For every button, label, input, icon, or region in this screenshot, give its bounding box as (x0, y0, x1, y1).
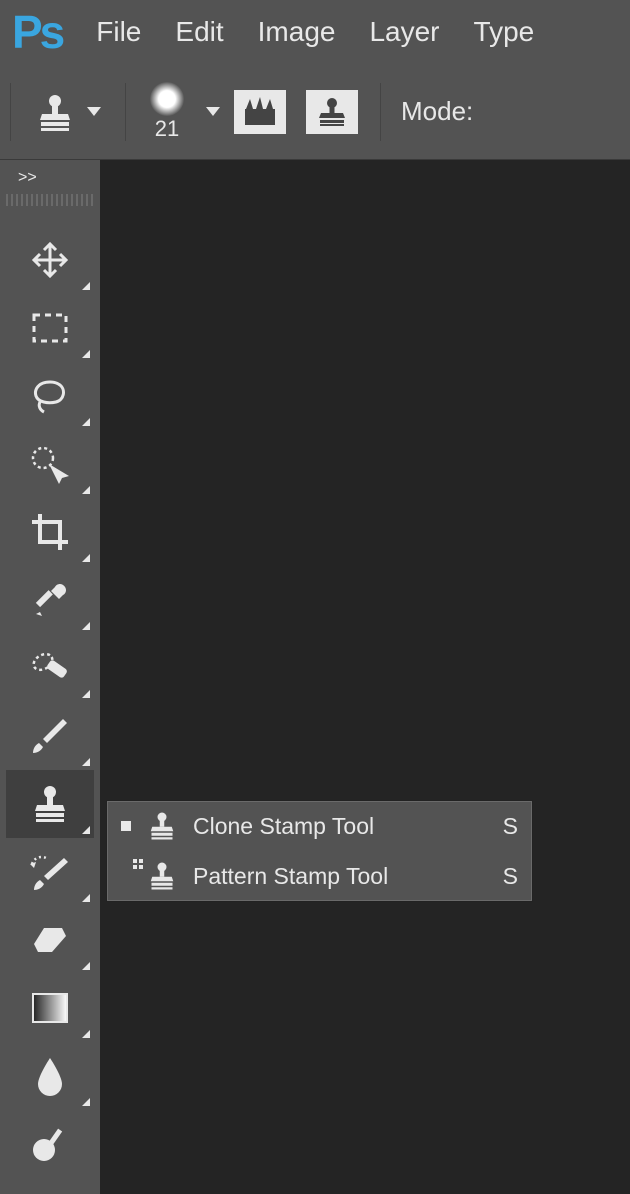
stamp-tool-flyout: Clone Stamp Tool S Pattern Stamp Tool S (106, 800, 533, 902)
menu-edit[interactable]: Edit (175, 16, 223, 48)
stamp-icon (35, 92, 75, 132)
crop-icon (30, 512, 70, 552)
brush-icon (29, 715, 71, 757)
flyout-indicator (82, 282, 90, 290)
flyout-indicator (82, 690, 90, 698)
stamp-in-box-icon (313, 95, 351, 129)
flyout-indicator (82, 758, 90, 766)
gradient-icon (31, 992, 69, 1024)
quick-selection-icon (29, 444, 71, 484)
lasso-icon (30, 376, 70, 416)
divider (10, 83, 11, 141)
divider (380, 83, 381, 141)
flyout-item-shortcut: S (494, 863, 518, 890)
eraser-icon (30, 922, 70, 958)
expand-panels-button[interactable]: >> (6, 166, 94, 190)
flyout-item-clone-stamp[interactable]: Clone Stamp Tool S (107, 801, 532, 851)
flyout-indicator (82, 894, 90, 902)
current-tool-preset[interactable] (23, 92, 113, 132)
flyout-item-label: Pattern Stamp Tool (193, 863, 482, 890)
move-icon (30, 240, 70, 280)
flyout-indicator (82, 554, 90, 562)
lasso-tool[interactable] (6, 362, 94, 430)
flyout-item-shortcut: S (494, 813, 518, 840)
menu-type[interactable]: Type (474, 16, 535, 48)
mode-label: Mode: (393, 96, 473, 127)
flyout-item-pattern-stamp[interactable]: Pattern Stamp Tool S (107, 851, 532, 901)
menubar: Ps File Edit Image Layer Type (0, 0, 630, 64)
panel-grip[interactable] (6, 194, 94, 206)
app-logo: Ps (12, 5, 62, 59)
dodge-tool[interactable] (6, 1110, 94, 1178)
active-indicator-empty (121, 871, 131, 881)
flyout-indicator (82, 418, 90, 426)
flyout-indicator (82, 962, 90, 970)
active-indicator (121, 821, 131, 831)
tools-panel: >> (0, 160, 100, 1194)
brushes-folder-icon (241, 95, 279, 129)
canvas-area[interactable] (100, 160, 630, 1194)
flyout-indicator (82, 826, 90, 834)
marquee-tool[interactable] (6, 294, 94, 362)
healing-brush-icon (29, 648, 71, 688)
dodge-icon (30, 1124, 70, 1164)
brush-preview-dot (150, 82, 184, 116)
menu-layer[interactable]: Layer (369, 16, 439, 48)
eyedropper-tool[interactable] (6, 566, 94, 634)
clone-source-panel-button[interactable] (306, 90, 358, 134)
flyout-indicator (82, 486, 90, 494)
menu-image[interactable]: Image (258, 16, 336, 48)
chevron-down-icon (206, 107, 220, 116)
brush-size-value: 21 (155, 116, 179, 142)
eyedropper-icon (30, 580, 70, 620)
chevron-down-icon (87, 107, 101, 116)
flyout-indicator (82, 1030, 90, 1038)
move-tool[interactable] (6, 226, 94, 294)
divider (125, 83, 126, 141)
history-brush-icon (28, 852, 72, 892)
clone-stamp-tool[interactable] (6, 770, 94, 838)
stamp-icon (143, 811, 181, 841)
pattern-stamp-icon (143, 861, 181, 891)
brush-picker[interactable]: 21 (138, 82, 224, 142)
drop-icon (35, 1056, 65, 1096)
brush-panel-button[interactable] (234, 90, 286, 134)
flyout-indicator (82, 1098, 90, 1106)
flyout-indicator (82, 350, 90, 358)
blur-tool[interactable] (6, 1042, 94, 1110)
eraser-tool[interactable] (6, 906, 94, 974)
gradient-tool[interactable] (6, 974, 94, 1042)
crop-tool[interactable] (6, 498, 94, 566)
healing-brush-tool[interactable] (6, 634, 94, 702)
flyout-item-label: Clone Stamp Tool (193, 813, 482, 840)
options-bar: 21 Mode: (0, 64, 630, 160)
flyout-indicator (82, 622, 90, 630)
marquee-icon (31, 312, 69, 344)
menu-file[interactable]: File (96, 16, 141, 48)
history-brush-tool[interactable] (6, 838, 94, 906)
brush-tool[interactable] (6, 702, 94, 770)
stamp-icon (30, 784, 70, 824)
quick-selection-tool[interactable] (6, 430, 94, 498)
